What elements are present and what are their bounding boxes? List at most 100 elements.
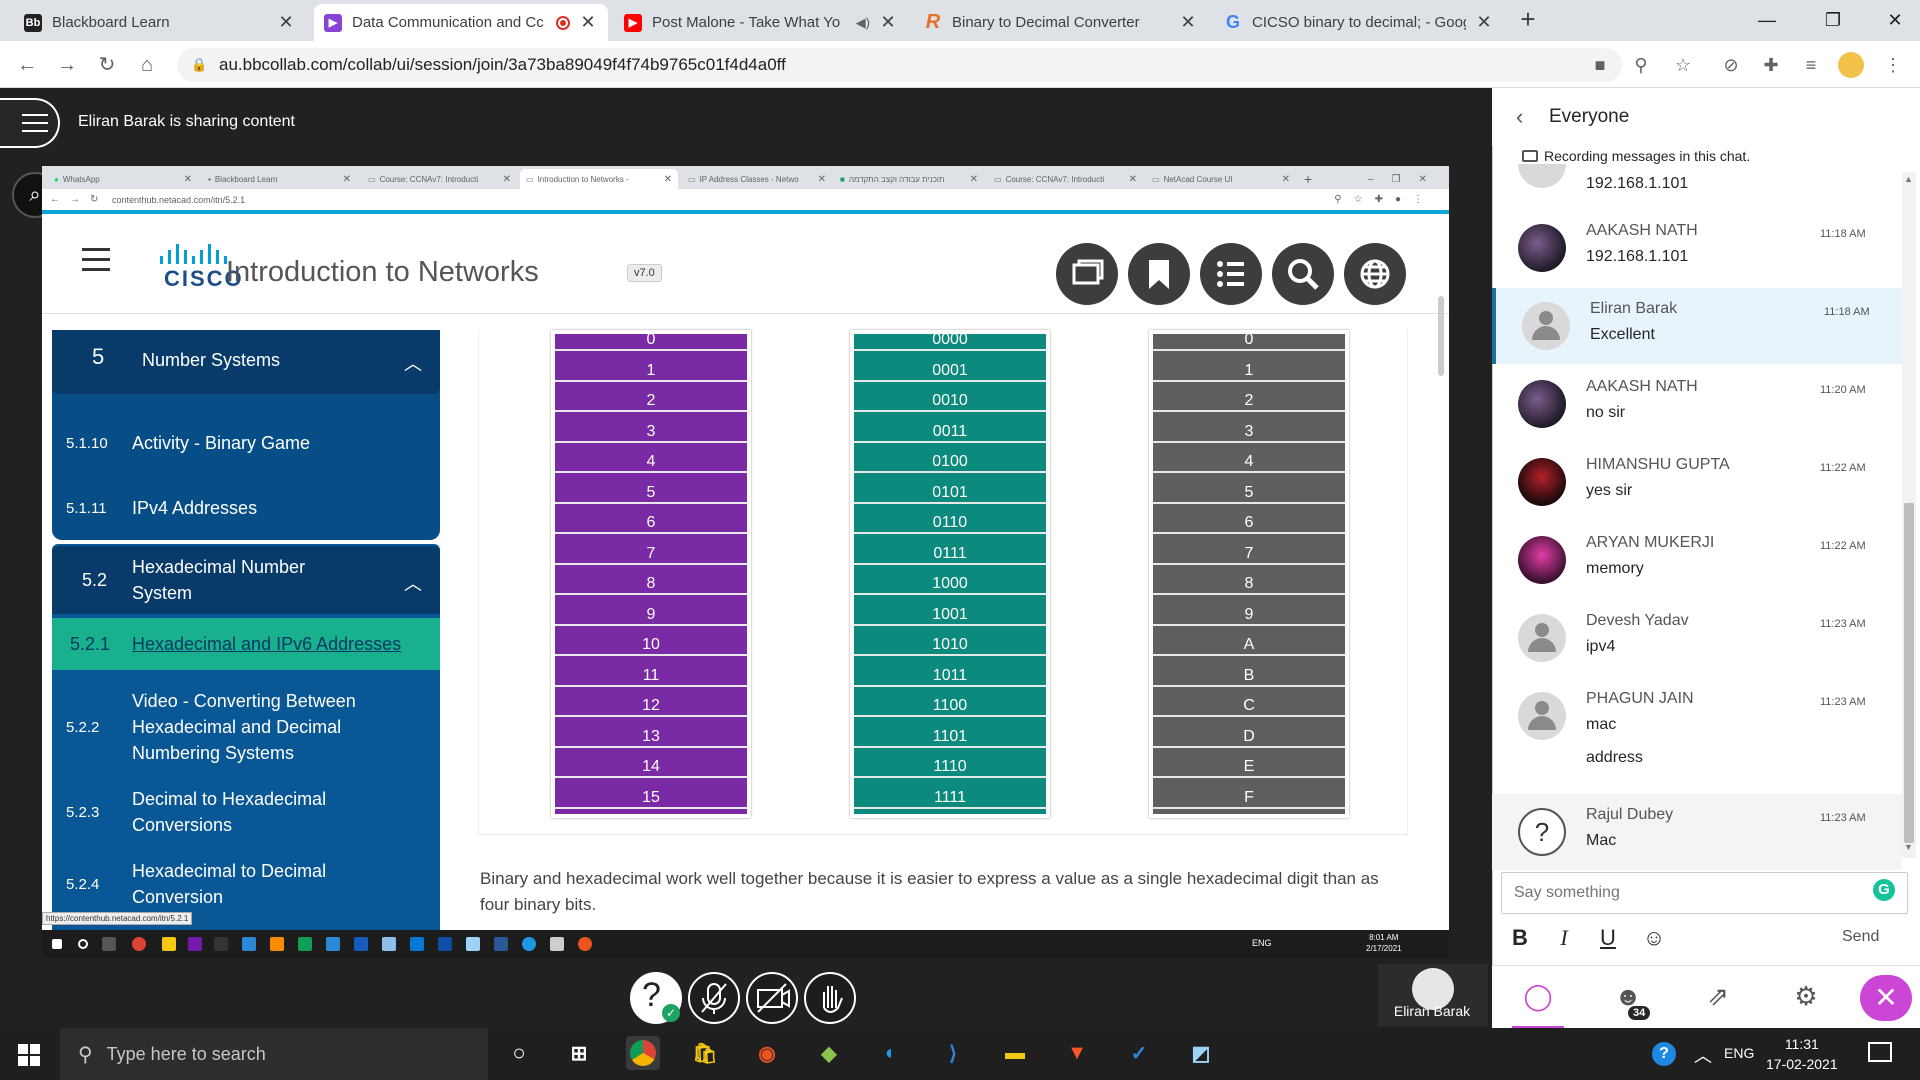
camera-button[interactable] <box>746 972 798 1024</box>
raise-hand-button[interactable] <box>804 972 856 1024</box>
hex-cell: 9 <box>1153 603 1345 626</box>
decimal-cell: 0 <box>555 328 747 351</box>
avatar <box>1518 380 1566 428</box>
app-icon[interactable]: ◩ <box>1184 1036 1218 1070</box>
share-content-icon[interactable]: ⇗ <box>1700 978 1736 1014</box>
windows-search-box[interactable]: ⚲ Type here to search <box>60 1028 488 1080</box>
close-tab-icon[interactable]: ✕ <box>276 12 296 33</box>
back-chevron-icon[interactable]: ‹ <box>1516 104 1523 130</box>
settings-gear-icon[interactable]: ⚙ <box>1788 978 1824 1014</box>
recording-icon <box>556 15 570 30</box>
audio-playing-icon[interactable]: ◀) <box>856 15 870 31</box>
file-explorer-icon[interactable]: ▬ <box>998 1036 1032 1070</box>
message-author: ARYAN MUKERJI <box>1586 534 1715 551</box>
store-icon[interactable]: 🛍 <box>688 1036 722 1070</box>
hex-cell: B <box>1153 664 1345 687</box>
decimal-cell: 1 <box>555 359 747 382</box>
close-panel-button[interactable]: ✕ <box>1860 975 1912 1021</box>
edge-icon[interactable]: ◐ <box>874 1036 908 1070</box>
sharing-status: Eliran Barak is sharing content <box>78 113 295 130</box>
tab-collab-session[interactable]: ▶ Data Communication and Cc ✕ <box>314 4 608 41</box>
avatar <box>1518 458 1566 506</box>
shared-tab-strip: ● WhatsApp ✕ ▪ Blackboard Learn ✕ ▭ Course: C… <box>42 166 1449 189</box>
vscode-icon[interactable]: ⟩ <box>936 1036 970 1070</box>
forward-icon[interactable]: → <box>52 50 82 80</box>
underline-button[interactable]: U <box>1594 924 1622 952</box>
hex-cell: C <box>1153 694 1345 717</box>
decimal-cell: 5 <box>555 481 747 504</box>
close-tab-icon[interactable]: ✕ <box>1474 12 1494 33</box>
close-window-button[interactable]: ✕ <box>1872 0 1918 40</box>
chrome-taskbar-icon[interactable] <box>626 1036 660 1070</box>
lock-icon: 🔒 <box>191 57 208 72</box>
cisco-language-button <box>1344 243 1406 305</box>
system-clock[interactable]: 11:31 17-02-2021 <box>1766 1034 1838 1074</box>
session-menu-button[interactable] <box>0 98 60 148</box>
more-menu-icon[interactable]: ⋮ <box>1880 52 1906 78</box>
tab-google-search[interactable]: G CICSO binary to decimal; - Googl ✕ <box>1214 4 1504 41</box>
language-indicator[interactable]: ENG <box>1724 1045 1754 1061</box>
tab-blackboard[interactable]: Bb Blackboard Learn ✕ <box>14 4 306 41</box>
chat-message: Devesh Yadav ipv4 11:23 AM <box>1492 600 1902 676</box>
task-view-icon[interactable]: ⊞ <box>562 1036 596 1070</box>
grammarly-icon[interactable]: G <box>1873 879 1895 901</box>
notifications-icon[interactable] <box>1868 1042 1892 1062</box>
block-icon[interactable]: ⊘ <box>1718 52 1744 78</box>
app-icon[interactable]: ◆ <box>812 1036 846 1070</box>
zoom-icon[interactable]: ⚲ <box>1628 52 1654 78</box>
hex-cell: 7 <box>1153 542 1345 565</box>
italic-button[interactable]: I <box>1550 924 1578 952</box>
scroll-down-icon[interactable]: ▼ <box>1904 842 1913 852</box>
close-tab-icon[interactable]: ✕ <box>578 12 598 33</box>
binary-cell: 0110 <box>854 511 1046 534</box>
extensions-icon[interactable]: ✚ <box>1758 52 1784 78</box>
microphone-button[interactable] <box>688 972 740 1024</box>
hex-cell: A <box>1153 633 1345 656</box>
help-icon[interactable]: ? <box>1652 1042 1676 1066</box>
tab-binary-converter[interactable]: R Binary to Decimal Converter ✕ <box>914 4 1208 41</box>
windows-start-icon[interactable] <box>18 1044 40 1066</box>
camera-icon[interactable]: ■ <box>1587 52 1613 78</box>
decimal-cell: 2 <box>555 389 747 412</box>
collab-icon: ▶ <box>324 13 342 32</box>
message-author: Rajul Dubey <box>1586 806 1674 823</box>
content-paragraph: Binary and hexadecimal work well togethe… <box>480 869 1379 914</box>
chat-input[interactable] <box>1501 872 1908 914</box>
ubuntu-icon[interactable]: ◉ <box>750 1036 784 1070</box>
cisco-search-button <box>1272 243 1334 305</box>
avatar <box>1518 692 1566 740</box>
hex-cell: 1 <box>1153 359 1345 382</box>
emoji-icon[interactable]: ☺ <box>1640 924 1668 952</box>
close-tab-icon[interactable]: ✕ <box>1178 12 1198 33</box>
shared-tab: ▭ IP Address Classes - Netwo ✕ <box>688 173 826 185</box>
maximize-button[interactable]: ❐ <box>1810 0 1856 40</box>
bookmark-star-icon[interactable]: ☆ <box>1670 52 1696 78</box>
chat-scroll-thumb[interactable] <box>1904 503 1914 843</box>
minimize-button[interactable]: — <box>1744 0 1790 40</box>
tab-youtube[interactable]: ▶ Post Malone - Take What Yo ◀) ✕ <box>614 4 908 41</box>
decimal-cell: 4 <box>555 450 747 473</box>
address-bar[interactable]: 🔒 au.bbcollab.com/collab/ui/session/join… <box>177 48 1622 82</box>
profile-avatar[interactable] <box>1838 52 1864 78</box>
scroll-up-icon[interactable]: ▲ <box>1904 174 1913 184</box>
close-tab-icon[interactable]: ✕ <box>878 12 898 33</box>
message-text: yes sir <box>1586 482 1633 499</box>
back-icon[interactable]: ← <box>12 50 42 80</box>
status-button[interactable]: ? ✓ <box>630 972 682 1024</box>
binary-cell: 1101 <box>854 725 1046 748</box>
playlist-icon[interactable]: ≡ <box>1798 52 1824 78</box>
collapse-chevron-icon: ︿ <box>404 354 422 374</box>
reload-icon[interactable]: ↻ <box>92 50 122 80</box>
todo-icon[interactable]: ✓ <box>1122 1036 1156 1070</box>
new-tab-button[interactable]: + <box>1512 4 1544 36</box>
message-text: ipv4 <box>1586 638 1616 655</box>
recording-note: Recording messages in this chat. <box>1522 148 1750 164</box>
bold-button[interactable]: B <box>1506 924 1534 952</box>
brave-icon[interactable]: ▼ <box>1060 1036 1094 1070</box>
chat-icon[interactable]: ◯ <box>1520 978 1556 1014</box>
cortana-icon[interactable]: ○ <box>502 1036 536 1070</box>
hex-cell: 4 <box>1153 450 1345 473</box>
tray-chevron-icon[interactable]: ︿ <box>1694 1042 1712 1068</box>
home-icon[interactable]: ⌂ <box>132 50 162 80</box>
send-button[interactable]: Send <box>1842 928 1879 946</box>
